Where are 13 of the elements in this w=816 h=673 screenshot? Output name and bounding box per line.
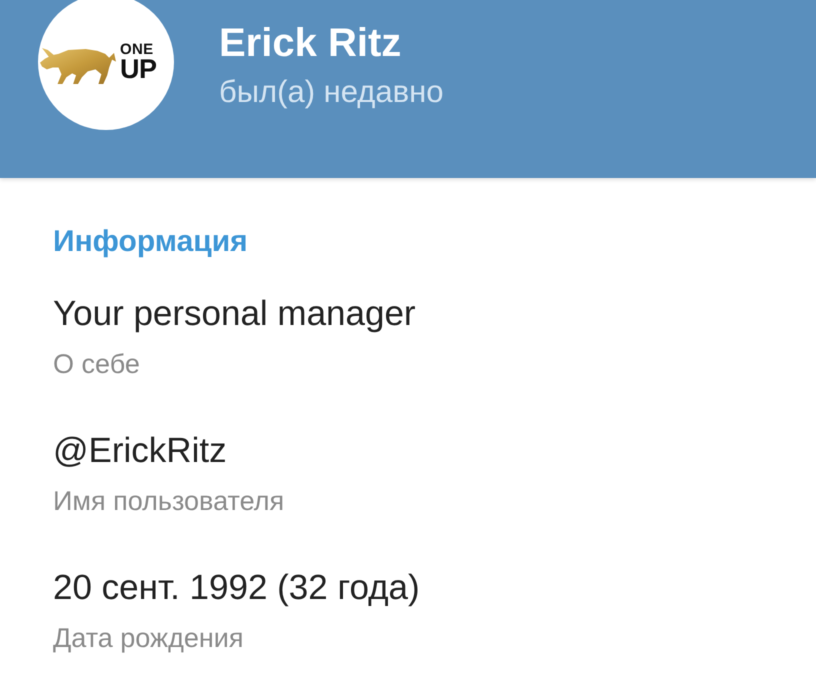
avatar[interactable]: ONE UP [38, 0, 174, 130]
info-value: Your personal manager [53, 294, 416, 334]
info-label: Дата рождения [53, 622, 244, 654]
info-value: @ErickRitz [53, 431, 227, 471]
info-label: О себе [53, 348, 140, 380]
contact-name: Erick Ritz [219, 20, 402, 67]
logo-text: ONE [120, 42, 154, 56]
info-label: Имя пользователя [53, 485, 284, 517]
info-value: 20 сент. 1992 (32 года) [53, 568, 420, 608]
section-title: Информация [53, 224, 248, 260]
bull-icon [40, 48, 116, 84]
last-seen-status: был(а) недавно [219, 74, 444, 110]
logo-text: UP [120, 56, 156, 80]
